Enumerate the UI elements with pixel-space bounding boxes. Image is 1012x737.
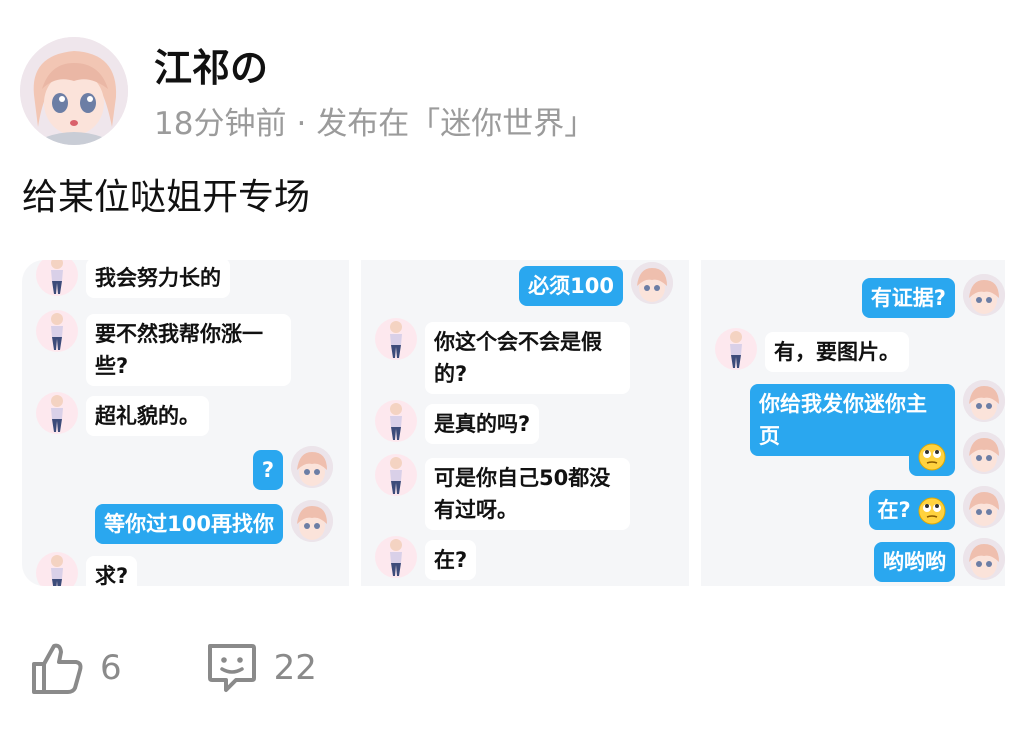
figure-avatar-icon bbox=[375, 454, 417, 496]
author-avatar[interactable] bbox=[20, 37, 128, 145]
image-gallery: 我会努力长的 要不然我帮你涨一些? 超礼貌的。 ? 等你过100再找你 求? 必… bbox=[22, 260, 1005, 586]
anime-avatar-icon bbox=[291, 500, 333, 542]
meta-separator: · bbox=[296, 106, 307, 142]
post-actions: 6 22 bbox=[30, 640, 317, 696]
anime-avatar-icon bbox=[631, 262, 673, 304]
figure-avatar-icon bbox=[36, 392, 78, 434]
comment-button[interactable]: 22 bbox=[204, 640, 317, 696]
chat-bubble: 必须100 bbox=[519, 266, 623, 306]
chat-message bbox=[909, 432, 1005, 476]
figure-avatar-icon bbox=[36, 310, 78, 352]
chat-bubble: 求? bbox=[86, 556, 138, 586]
chat-bubble bbox=[909, 436, 955, 476]
figure-avatar-icon bbox=[36, 552, 78, 586]
chat-screenshot-2[interactable]: 必须100 你这个会不会是假的? 是真的吗? 可是你自己50都没有过呀。 在? bbox=[361, 260, 689, 586]
chat-message: 等你过100再找你 bbox=[95, 500, 333, 544]
figure-avatar-icon bbox=[375, 318, 417, 360]
eye-roll-emoji-icon bbox=[918, 443, 946, 471]
chat-message: 要不然我帮你涨一些? bbox=[36, 310, 291, 386]
chat-bubble: 超礼貌的。 bbox=[86, 396, 209, 436]
anime-avatar-icon bbox=[20, 37, 128, 145]
comment-smile-icon bbox=[207, 644, 256, 692]
figure-avatar-icon bbox=[715, 328, 757, 370]
post-body-text: 给某位哒姐开专场 bbox=[22, 177, 311, 218]
chat-bubble: 要不然我帮你涨一些? bbox=[86, 314, 291, 386]
chat-message: 在? bbox=[868, 486, 1005, 530]
figure-avatar-icon bbox=[375, 536, 417, 578]
chat-message: 可是你自己50都没有过呀。 bbox=[375, 454, 630, 530]
chat-screenshot-1[interactable]: 我会努力长的 要不然我帮你涨一些? 超礼貌的。 ? 等你过100再找你 求? bbox=[22, 260, 349, 586]
chat-screenshot-3[interactable]: 有证据? 有，要图片。 你给我发你迷你主页 在? 哟哟哟 bbox=[701, 260, 1005, 586]
chat-bubble: 我会努力长的 bbox=[86, 260, 230, 298]
chat-message: 有证据? bbox=[861, 274, 1005, 318]
chat-bubble: 是真的吗? bbox=[425, 404, 540, 444]
anime-avatar-icon bbox=[963, 432, 1005, 474]
chat-bubble: 等你过100再找你 bbox=[95, 504, 283, 544]
post-meta: 18分钟前 · 发布在「迷你世界」 bbox=[154, 101, 595, 147]
chat-bubble: 你这个会不会是假的? bbox=[425, 322, 630, 394]
chat-message: 哟哟哟 bbox=[874, 538, 1005, 582]
author-name[interactable]: 江祁の bbox=[154, 41, 595, 95]
chat-message: 超礼貌的。 bbox=[36, 392, 209, 436]
chat-message: 求? bbox=[36, 552, 138, 586]
post-time: 18分钟前 bbox=[154, 106, 287, 142]
chat-bubble: 可是你自己50都没有过呀。 bbox=[425, 458, 630, 530]
chat-bubble: 有，要图片。 bbox=[765, 332, 909, 372]
chat-message: 在? bbox=[375, 536, 477, 580]
post-header: 江祁の 18分钟前 · 发布在「迷你世界」 bbox=[20, 37, 595, 147]
chat-bubble: 在? bbox=[425, 540, 477, 580]
anime-avatar-icon bbox=[963, 486, 1005, 528]
anime-avatar-icon bbox=[963, 538, 1005, 580]
like-button[interactable]: 6 bbox=[30, 640, 122, 696]
post-community[interactable]: 发布在「迷你世界」 bbox=[316, 106, 595, 142]
comment-count: 22 bbox=[273, 648, 317, 688]
chat-message: 必须100 bbox=[519, 262, 673, 306]
figure-avatar-icon bbox=[36, 260, 78, 296]
like-count: 6 bbox=[100, 648, 122, 688]
chat-bubble: 在? bbox=[868, 490, 955, 530]
anime-avatar-icon bbox=[963, 380, 1005, 422]
anime-avatar-icon bbox=[291, 446, 333, 488]
chat-bubble: ? bbox=[252, 450, 283, 490]
anime-avatar-icon bbox=[963, 274, 1005, 316]
chat-message: 是真的吗? bbox=[375, 400, 540, 444]
thumbs-up-icon bbox=[32, 643, 83, 694]
chat-message: 有，要图片。 bbox=[715, 328, 909, 372]
chat-message: 我会努力长的 bbox=[36, 260, 230, 298]
figure-avatar-icon bbox=[375, 400, 417, 442]
chat-bubble: 有证据? bbox=[861, 278, 955, 318]
chat-message: ? bbox=[252, 446, 333, 490]
chat-message: 你这个会不会是假的? bbox=[375, 318, 630, 394]
chat-bubble: 哟哟哟 bbox=[874, 542, 955, 582]
eye-roll-emoji-icon bbox=[918, 497, 946, 525]
